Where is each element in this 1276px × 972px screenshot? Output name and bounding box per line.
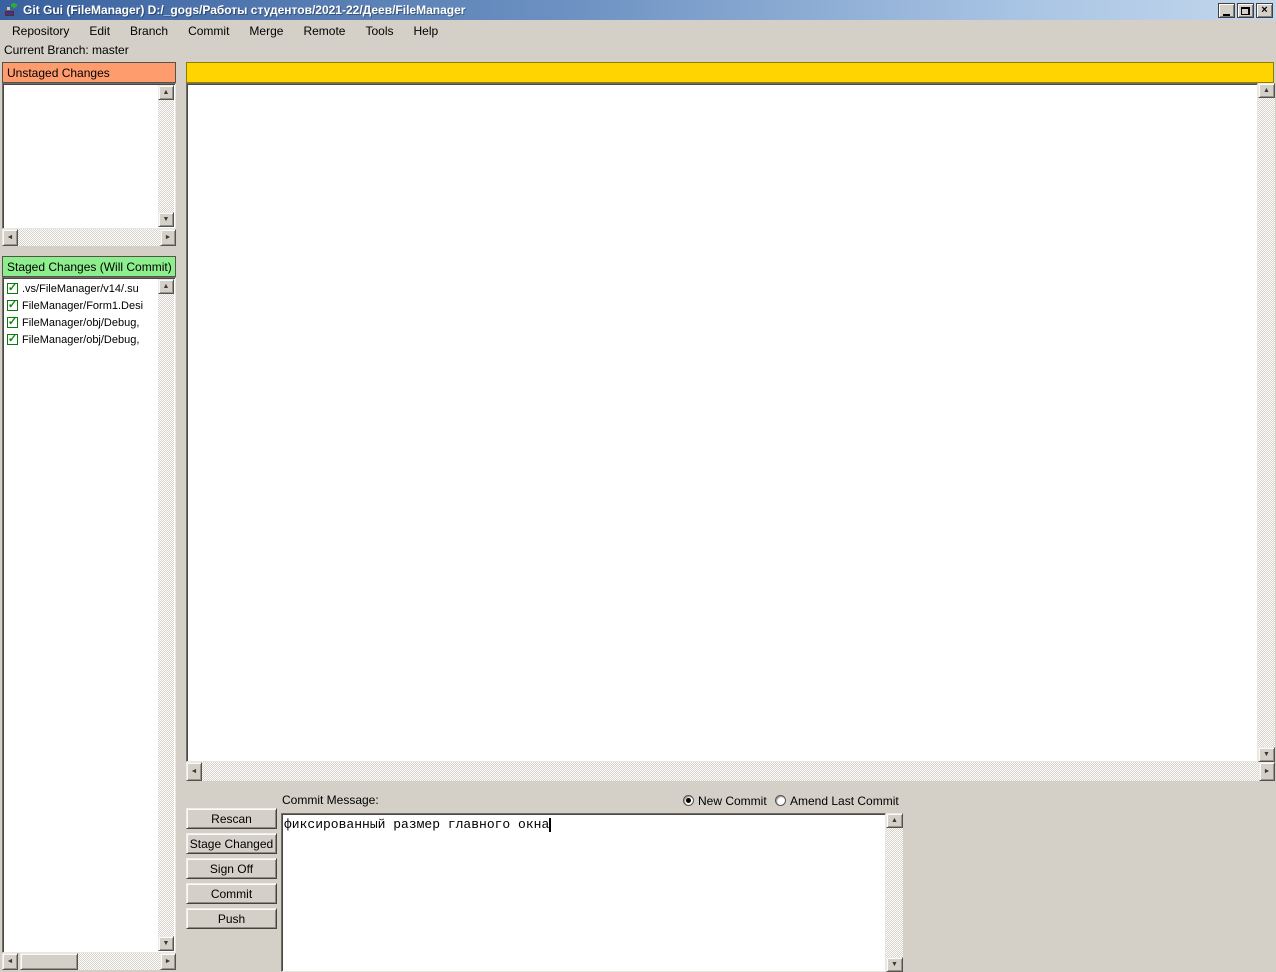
arrow-up-icon: ▲ — [163, 89, 170, 96]
arrow-right-icon: ► — [1264, 768, 1271, 775]
arrow-down-icon: ▼ — [163, 216, 170, 223]
new-commit-radio[interactable]: New Commit — [683, 793, 767, 808]
staged-horizontal-scrollbar[interactable]: ◄ ► — [2, 953, 176, 970]
menu-item-commit[interactable]: Commit — [178, 22, 239, 40]
scrollbar-track[interactable] — [886, 828, 903, 957]
commit-message-vertical-scrollbar[interactable]: ▲ ▼ — [886, 813, 903, 972]
rescan-button[interactable]: Rescan — [186, 808, 277, 829]
radio-dot — [686, 798, 691, 803]
scroll-up-button[interactable]: ▲ — [158, 279, 174, 294]
scroll-left-button[interactable]: ◄ — [2, 953, 18, 970]
scrollbar-track[interactable] — [78, 953, 160, 970]
scrollbar-track[interactable] — [158, 100, 174, 212]
menu-item-merge[interactable]: Merge — [239, 22, 293, 40]
staged-file-row[interactable]: ✓ FileManager/obj/Debug, — [5, 331, 157, 348]
arrow-down-icon: ▼ — [891, 961, 898, 968]
scroll-down-button[interactable]: ▼ — [886, 957, 903, 972]
push-button[interactable]: Push — [186, 908, 277, 929]
staged-file-name[interactable]: FileManager/obj/Debug, — [22, 317, 139, 329]
scrollbar-thumb[interactable] — [20, 953, 78, 970]
arrow-down-icon: ▼ — [163, 940, 170, 947]
staged-changes-header: Staged Changes (Will Commit) — [2, 256, 176, 277]
arrow-up-icon: ▲ — [163, 283, 170, 290]
menu-item-repository[interactable]: Repository — [2, 22, 79, 40]
commit-message-input[interactable]: фиксированный размер главного окна — [281, 813, 886, 972]
scroll-down-button[interactable]: ▼ — [1258, 747, 1275, 762]
window-controls: × — [1218, 3, 1273, 18]
commit-button[interactable]: Commit — [186, 883, 277, 904]
minimize-button[interactable] — [1218, 3, 1235, 18]
menu-item-remote[interactable]: Remote — [293, 22, 355, 40]
commit-message-label: Commit Message: — [282, 793, 379, 808]
menu-item-tools[interactable]: Tools — [355, 22, 403, 40]
amend-last-commit-radio-label[interactable]: Amend Last Commit — [790, 794, 899, 808]
arrow-down-icon: ▼ — [1263, 751, 1270, 758]
diff-header-bar — [186, 62, 1274, 83]
arrow-left-icon: ◄ — [7, 234, 14, 241]
staged-checkbox-icon[interactable]: ✓ — [7, 334, 18, 345]
staged-file-list[interactable]: ✓ .vs/FileManager/v14/.su ✓ FileManager/… — [2, 277, 176, 953]
arrow-right-icon: ► — [165, 958, 172, 965]
staged-file-rows: ✓ .vs/FileManager/v14/.su ✓ FileManager/… — [5, 280, 157, 348]
title-bar: Git Gui (FileManager) D:/_gogs/Работы ст… — [0, 0, 1276, 20]
diff-horizontal-scrollbar[interactable]: ◄ ► — [186, 762, 1275, 781]
git-gui-app-icon — [4, 3, 18, 17]
staged-file-row[interactable]: ✓ FileManager/obj/Debug, — [5, 314, 157, 331]
minimize-icon — [1223, 14, 1230, 16]
scroll-up-button[interactable]: ▲ — [158, 85, 174, 100]
arrow-right-icon: ► — [165, 234, 172, 241]
arrow-left-icon: ◄ — [7, 958, 14, 965]
new-commit-radio-label[interactable]: New Commit — [698, 794, 767, 808]
staged-checkbox-icon[interactable]: ✓ — [7, 283, 18, 294]
restore-icon — [1241, 7, 1250, 15]
staged-file-name[interactable]: FileManager/obj/Debug, — [22, 334, 139, 346]
close-icon: × — [1261, 5, 1267, 16]
diff-text-area[interactable] — [186, 83, 1258, 762]
staged-checkbox-icon[interactable]: ✓ — [7, 300, 18, 311]
staged-checkbox-icon[interactable]: ✓ — [7, 317, 18, 328]
staged-file-name[interactable]: .vs/FileManager/v14/.su — [22, 283, 139, 295]
menu-item-edit[interactable]: Edit — [79, 22, 120, 40]
scroll-up-button[interactable]: ▲ — [886, 813, 903, 828]
radio-selected-icon — [683, 795, 694, 806]
arrow-left-icon: ◄ — [191, 768, 198, 775]
restore-button[interactable] — [1237, 3, 1254, 18]
text-caret — [549, 818, 551, 832]
commit-message-text: фиксированный размер главного окна — [284, 817, 549, 832]
unstaged-changes-header: Unstaged Changes — [2, 62, 176, 83]
stage-changed-button[interactable]: Stage Changed — [186, 833, 277, 854]
scroll-right-button[interactable]: ► — [160, 953, 176, 970]
scroll-right-button[interactable]: ► — [1259, 762, 1275, 781]
unstaged-vertical-scrollbar[interactable]: ▲ ▼ — [158, 85, 174, 227]
staged-file-name[interactable]: FileManager/Form1.Desi — [22, 300, 143, 312]
arrow-up-icon: ▲ — [1263, 87, 1270, 94]
scrollbar-track[interactable] — [1258, 98, 1275, 747]
diff-vertical-scrollbar[interactable]: ▲ ▼ — [1258, 83, 1275, 762]
amend-last-commit-radio[interactable]: Amend Last Commit — [775, 793, 899, 808]
scrollbar-track[interactable] — [18, 229, 160, 246]
staged-file-row[interactable]: ✓ FileManager/Form1.Desi — [5, 297, 157, 314]
scroll-down-button[interactable]: ▼ — [158, 936, 174, 951]
scroll-left-button[interactable]: ◄ — [186, 762, 202, 781]
radio-unselected-icon — [775, 795, 786, 806]
scroll-up-button[interactable]: ▲ — [1258, 83, 1275, 98]
arrow-up-icon: ▲ — [891, 817, 898, 824]
unstaged-file-list[interactable]: ▲ ▼ — [2, 83, 176, 229]
scrollbar-track[interactable] — [202, 762, 1259, 781]
scroll-right-button[interactable]: ► — [160, 229, 176, 246]
sign-off-button[interactable]: Sign Off — [186, 858, 277, 879]
menu-item-branch[interactable]: Branch — [120, 22, 178, 40]
unstaged-horizontal-scrollbar[interactable]: ◄ ► — [2, 229, 176, 246]
menu-bar: Repository Edit Branch Commit Merge Remo… — [0, 20, 1276, 41]
staged-vertical-scrollbar[interactable]: ▲ ▼ — [158, 279, 174, 951]
current-branch-label: Current Branch: master — [4, 43, 129, 59]
menu-item-help[interactable]: Help — [403, 22, 448, 40]
scroll-left-button[interactable]: ◄ — [2, 229, 18, 246]
close-button[interactable]: × — [1256, 3, 1273, 18]
scroll-down-button[interactable]: ▼ — [158, 212, 174, 227]
staged-file-row[interactable]: ✓ .vs/FileManager/v14/.su — [5, 280, 157, 297]
scrollbar-track[interactable] — [158, 294, 174, 936]
window-title: Git Gui (FileManager) D:/_gogs/Работы ст… — [23, 3, 465, 17]
